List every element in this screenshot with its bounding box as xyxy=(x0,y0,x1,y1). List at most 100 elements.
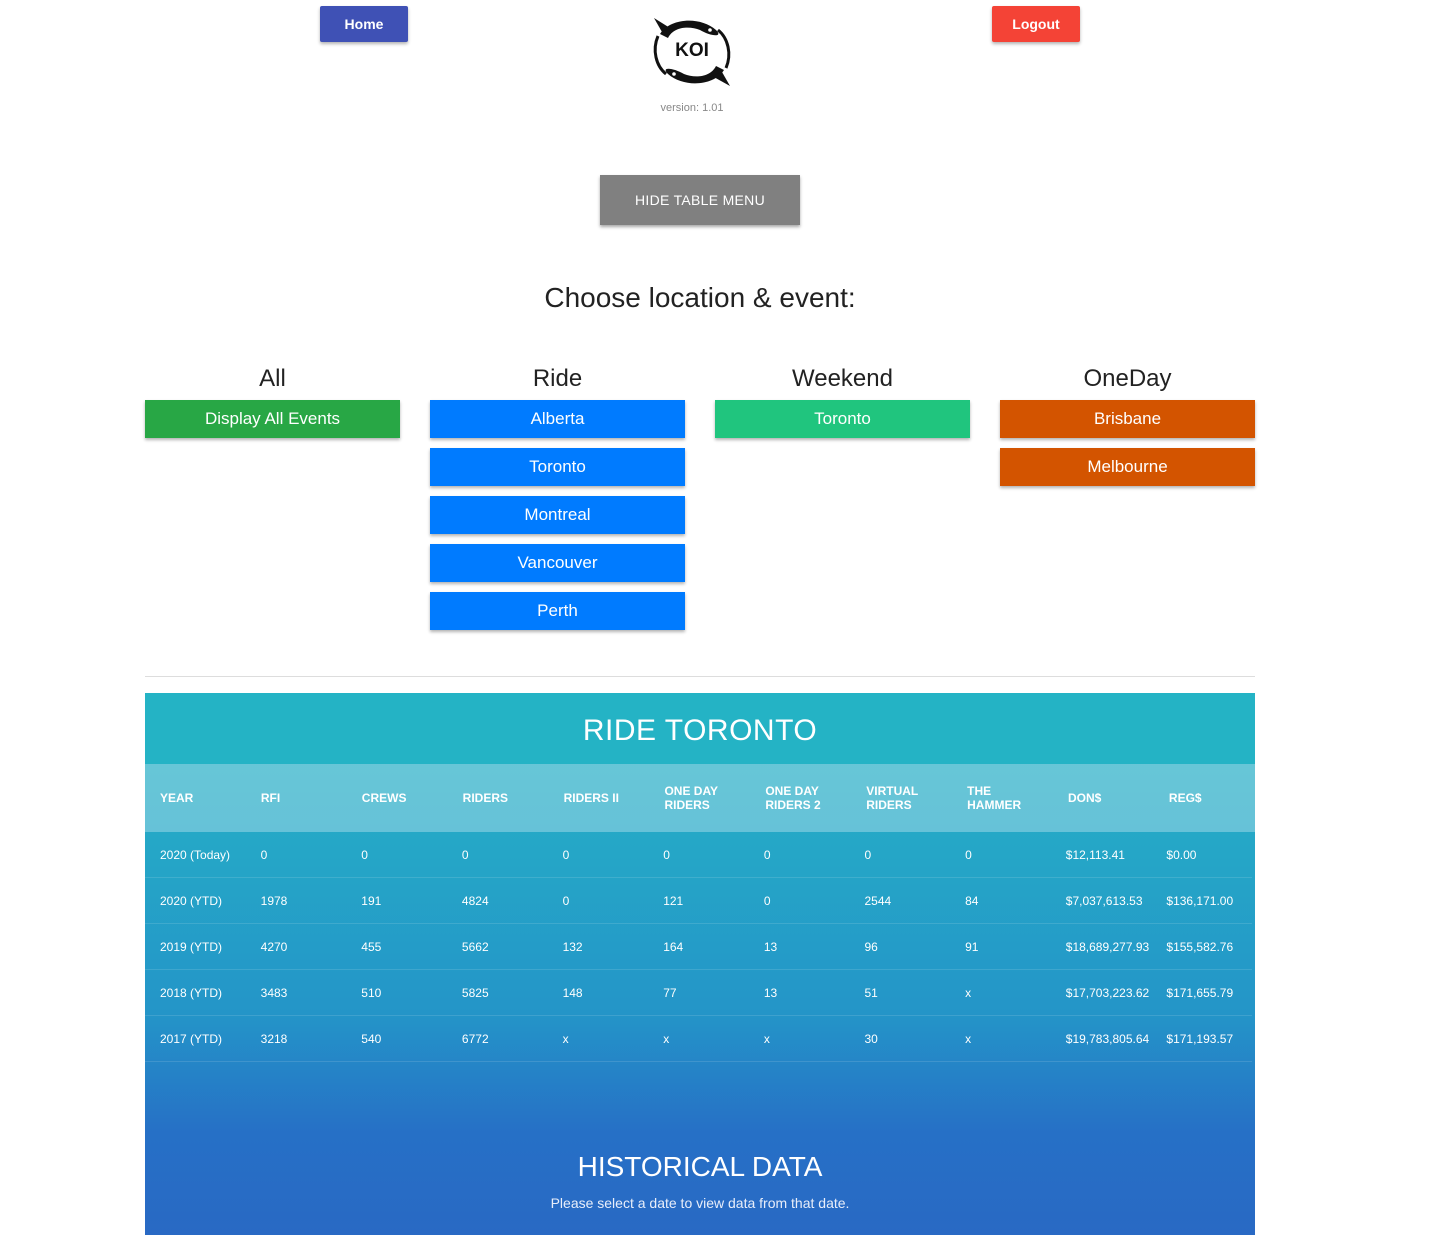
table-cell: 164 xyxy=(663,939,684,954)
table-cell: 191 xyxy=(361,893,382,908)
table-cell: $7,037,613.53 xyxy=(1065,893,1143,908)
table-cell: x xyxy=(562,1031,569,1046)
table-header-row: YEAR RFI CREWS RIDERS RIDERS II ONE DAY … xyxy=(145,764,1255,832)
table-cell: 2019 (YTD) xyxy=(160,939,223,954)
oneday-brisbane-button[interactable]: Brisbane xyxy=(1000,400,1255,438)
column-oneday: OneDay Brisbane Melbourne xyxy=(1000,364,1255,496)
table-cell: $12,113.41 xyxy=(1065,847,1125,862)
table-cell: 4824 xyxy=(461,893,489,908)
table-cell: 3218 xyxy=(260,1031,288,1046)
table-cell: 455 xyxy=(361,939,382,954)
table-cell: $155,582.76 xyxy=(1166,939,1234,954)
table-cell: 13 xyxy=(763,939,778,954)
table-cell: 13 xyxy=(763,985,778,1000)
table-cell: $18,689,277.93 xyxy=(1065,939,1150,954)
column-header: THE HAMMER xyxy=(967,784,1022,812)
column-title-all: All xyxy=(259,365,286,392)
table-cell: 148 xyxy=(562,985,583,1000)
table-cell: 2018 (YTD) xyxy=(160,985,223,1000)
home-button[interactable]: Home xyxy=(320,6,408,42)
table-cell: 0 xyxy=(562,847,570,862)
table-cell: 4270 xyxy=(260,939,288,954)
table-cell: x xyxy=(965,985,972,1000)
table-cell: 0 xyxy=(965,847,972,862)
table-cell: x xyxy=(763,1031,770,1046)
ride-toronto-button[interactable]: Toronto xyxy=(430,448,685,486)
historical-data-title: HISTORICAL DATA xyxy=(577,1151,823,1182)
column-header: RIDERS II xyxy=(563,791,619,805)
column-title-oneday: OneDay xyxy=(1083,365,1172,392)
table-cell: 84 xyxy=(965,893,979,908)
table-cell: x xyxy=(663,1031,670,1046)
column-header: DON$ xyxy=(1068,791,1102,805)
column-ride: Ride Alberta Toronto Montreal Vancouver … xyxy=(430,364,685,640)
column-header: CREWS xyxy=(361,791,407,805)
table-row: 2017 (YTD) 3218 540 6772 x x x 30 x $19,783,805.6… xyxy=(145,1016,1252,1062)
ride-perth-button[interactable]: Perth xyxy=(430,592,685,630)
column-header: ONE DAY RIDERS xyxy=(664,784,718,812)
historical-data-subtitle: Please select a date to view data from t… xyxy=(550,1195,850,1211)
table-cell: 5825 xyxy=(461,985,489,1000)
table-cell: 0 xyxy=(361,847,368,862)
table-cell: 96 xyxy=(864,939,878,954)
table-row: 2019 (YTD) 4270 455 5662 132 164 13 96 91 $18,689… xyxy=(145,924,1252,970)
table-cell: 2020 (Today) xyxy=(160,847,231,862)
table-cell: 2544 xyxy=(864,893,892,908)
table-cell: 30 xyxy=(864,1031,878,1046)
table-cell: 0 xyxy=(461,847,469,862)
column-header: ONE DAY RIDERS 2 xyxy=(765,784,821,812)
table-body: 2020 (Today) 0 0 0 0 0 0 0 0 $12,113.41 $0.00 2020 … xyxy=(145,832,1255,1062)
table-cell: 0 xyxy=(260,847,268,862)
section-divider xyxy=(145,676,1255,677)
table-title: RIDE TORONTO xyxy=(145,693,1255,764)
table-row: 2020 (Today) 0 0 0 0 0 0 0 0 $12,113.41 $0.00 xyxy=(145,832,1252,878)
table-row: 2018 (YTD) 3483 510 5825 148 77 13 51 x $17,703,2… xyxy=(145,970,1252,1016)
table-cell: 2017 (YTD) xyxy=(160,1031,223,1046)
table-cell: 0 xyxy=(663,847,670,862)
table-cell: 77 xyxy=(663,985,677,1000)
display-all-events-button[interactable]: Display All Events xyxy=(145,400,400,438)
hide-table-menu-button[interactable]: HIDE TABLE MENU xyxy=(600,175,800,225)
table-cell: 0 xyxy=(763,847,771,862)
column-header: RFI xyxy=(260,791,281,805)
oneday-melbourne-button[interactable]: Melbourne xyxy=(1000,448,1255,486)
table-cell: $171,193.57 xyxy=(1166,1031,1234,1046)
column-all: All Display All Events xyxy=(145,364,400,448)
version-label: version: 1.01 xyxy=(660,102,724,114)
logout-button[interactable]: Logout xyxy=(992,6,1080,42)
logo-text: KOI xyxy=(675,40,709,61)
table-cell: 132 xyxy=(562,939,583,954)
table-cell: 5662 xyxy=(461,939,489,954)
weekend-toronto-button[interactable]: Toronto xyxy=(715,400,970,438)
ride-vancouver-button[interactable]: Vancouver xyxy=(430,544,685,582)
table-cell: $19,783,805.64 xyxy=(1065,1031,1150,1046)
ride-alberta-button[interactable]: Alberta xyxy=(430,400,685,438)
column-title-weekend: Weekend xyxy=(792,365,893,392)
table-cell: $17,703,223.62 xyxy=(1065,985,1150,1000)
column-title-ride: Ride xyxy=(532,365,583,392)
column-header: REG$ xyxy=(1168,791,1202,805)
table-row: 2020 (YTD) 1978 191 4824 0 121 0 2544 84 $7,037,6… xyxy=(145,878,1252,924)
table-cell: 540 xyxy=(361,1031,382,1046)
ride-montreal-button[interactable]: Montreal xyxy=(430,496,685,534)
table-cell: 91 xyxy=(965,939,979,954)
table-cell: 0 xyxy=(763,893,771,908)
column-header: VIRTUAL RIDERS xyxy=(866,784,919,812)
table-cell: $136,171.00 xyxy=(1166,893,1234,908)
koi-logo: KOI xyxy=(650,16,734,88)
table-cell: 1978 xyxy=(260,893,288,908)
table-cell: 2020 (YTD) xyxy=(160,893,223,908)
table-cell: 0 xyxy=(562,893,570,908)
column-weekend: Weekend Toronto xyxy=(715,364,970,448)
column-header: YEAR xyxy=(160,791,194,805)
table-cell: 3483 xyxy=(260,985,288,1000)
table-cell: 0 xyxy=(864,847,872,862)
table-cell: 6772 xyxy=(461,1031,489,1046)
table-cell: 121 xyxy=(663,893,684,908)
table-cell: $171,655.79 xyxy=(1166,985,1234,1000)
column-header: RIDERS xyxy=(462,791,509,805)
table-cell: 51 xyxy=(864,985,878,1000)
data-panel: RIDE TORONTO YEAR RFI CREWS RIDERS RIDER… xyxy=(145,693,1255,1235)
table-cell: x xyxy=(965,1031,972,1046)
choose-location-title: Choose location & event: xyxy=(544,282,856,313)
